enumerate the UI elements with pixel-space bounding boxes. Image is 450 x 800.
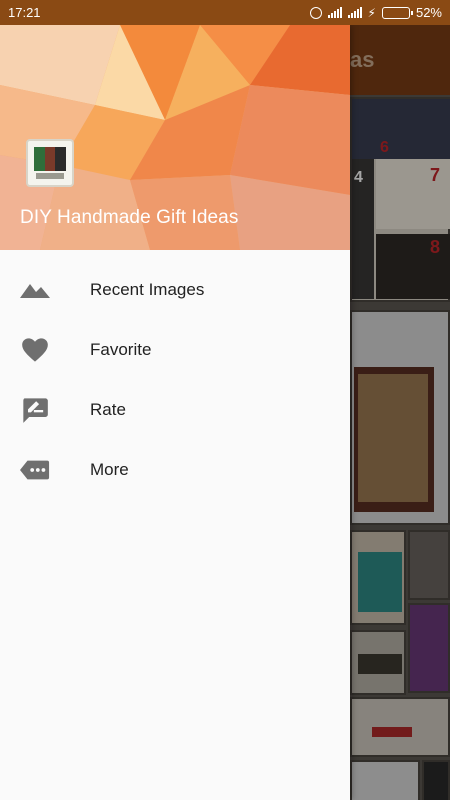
app-title: DIY Handmade Gift Ideas xyxy=(20,207,239,228)
battery-percent: 52% xyxy=(415,5,442,20)
battery-icon xyxy=(381,6,413,19)
heart-icon xyxy=(20,335,50,365)
charging-icon: ⚡ xyxy=(367,5,376,20)
drawer-header: DIY Handmade Gift Ideas xyxy=(0,25,350,250)
menu-item-label: Rate xyxy=(90,400,126,419)
drawer-menu: Recent Images Favorite Rate More xyxy=(0,250,350,500)
menu-item-label: More xyxy=(90,460,129,479)
menu-item-recent-images[interactable]: Recent Images xyxy=(0,260,350,320)
status-icons: ⚡ 52% xyxy=(309,5,442,20)
menu-item-label: Recent Images xyxy=(90,280,205,299)
signal-icon xyxy=(327,7,342,18)
app-logo xyxy=(26,139,74,187)
menu-item-label: Favorite xyxy=(90,340,152,359)
alarm-icon xyxy=(309,6,322,19)
navigation-drawer: DIY Handmade Gift Ideas Recent Images Fa… xyxy=(0,25,350,800)
landscape-icon xyxy=(20,275,50,305)
menu-item-favorite[interactable]: Favorite xyxy=(0,320,350,380)
status-time: 17:21 xyxy=(8,5,41,20)
drawer-scrim[interactable] xyxy=(350,25,450,800)
more-tag-icon xyxy=(20,455,50,485)
status-bar: 17:21 ⚡ 52% xyxy=(0,0,450,25)
signal-icon xyxy=(347,7,362,18)
menu-item-rate[interactable]: Rate xyxy=(0,380,350,440)
rate-review-icon xyxy=(20,395,50,425)
menu-item-more[interactable]: More xyxy=(0,440,350,500)
